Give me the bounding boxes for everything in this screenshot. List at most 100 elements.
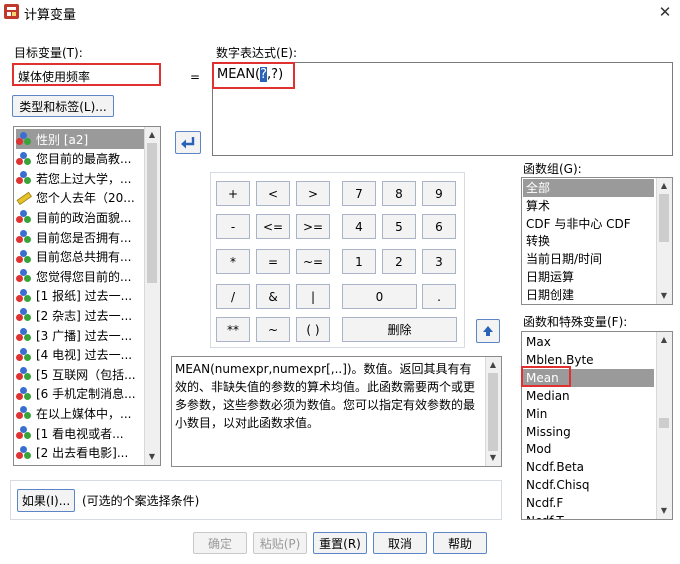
calculator-key[interactable]: = [256,249,290,274]
function-group-item[interactable]: CDF 与非中心 CDF [526,215,654,233]
calculator-key[interactable]: | [296,284,330,309]
calculator-key[interactable]: 9 [422,181,456,206]
function-list-item[interactable]: Ncdf.T [526,512,654,519]
calculator-key[interactable]: ** [216,317,250,342]
calculator-key[interactable]: / [216,284,250,309]
scroll-thumb[interactable] [147,143,157,283]
title-bar [0,0,680,24]
scroll-down-arrow-icon[interactable]: ▼ [657,289,671,303]
help-button[interactable]: 帮助 [433,532,487,554]
function-list-item[interactable]: Ncdf.Chisq [526,476,654,494]
calculator-key[interactable]: & [256,284,290,309]
ok-button[interactable]: 确定 [193,532,247,554]
nominal-variable-icon [16,132,32,146]
calculator-key[interactable]: 2 [382,249,416,274]
calculator-key[interactable]: <= [256,214,290,239]
scroll-up-arrow-icon[interactable]: ▲ [657,179,671,193]
variable-list-item[interactable]: [1 看电视或者... [16,423,145,443]
calculator-key[interactable]: ~ [256,317,290,342]
description-scrollbar[interactable]: ▲ ▼ [485,357,501,466]
calculator-key[interactable]: 6 [422,214,456,239]
function-group-list[interactable]: 全部 算术 CDF 与非中心 CDF 转换 当前日期/时间 日期运算 日期创建 ▲ ▼ [521,177,673,305]
scroll-down-arrow-icon[interactable]: ▼ [486,451,500,465]
variable-list-item-label: 您个人去年（20... [36,191,135,206]
calculator-key[interactable]: > [296,181,330,206]
scroll-thumb[interactable] [488,373,498,451]
variable-list-item-label: 在以上媒体中，... [36,406,132,421]
function-group-item[interactable]: 转换 [526,232,654,250]
delete-button[interactable]: 删除 [342,317,457,342]
variable-list-item[interactable]: 您目前的最高教... [16,149,145,169]
function-list-item[interactable]: Missing [526,423,654,441]
cancel-button[interactable]: 取消 [373,532,427,554]
target-variable-input[interactable]: 媒体使用频率 [12,63,161,86]
calculator-key[interactable]: 3 [422,249,456,274]
variable-list-item[interactable]: 目前您总共拥有... [16,247,145,267]
variable-list-item[interactable]: 您个人去年（20... [16,188,145,208]
scroll-thumb[interactable] [659,194,669,242]
function-list-item[interactable]: Ncdf.Beta [526,458,654,476]
calculator-key[interactable]: ( ) [296,317,330,342]
calculator-key[interactable]: * [216,249,250,274]
if-button[interactable]: 如果(I)... [17,489,75,512]
up-arrow-icon [483,326,493,336]
expression-prefix: MEAN( [217,67,261,82]
type-and-label-button[interactable]: 类型和标签(L)... [12,95,114,117]
variable-list-item[interactable]: [1 报纸] 过去一... [16,286,145,306]
function-list-item[interactable]: Min [526,405,654,423]
function-group-item[interactable]: 日期运算 [526,268,654,286]
variable-list-item[interactable]: [2 出去看电影]... [16,443,145,463]
variable-list-item[interactable]: 性别 [a2] [16,129,145,149]
scroll-up-arrow-icon[interactable]: ▲ [486,358,500,372]
variable-list-item[interactable]: [6 手机定制消息... [16,384,145,404]
variable-list-scrollbar[interactable]: ▲ ▼ [144,127,160,465]
variable-list-item[interactable]: [4 电视] 过去一... [16,345,145,365]
functions-list[interactable]: Max Mblen.Byte Mean Median Min Missing Mod Ncdf… [521,331,673,520]
close-icon[interactable]: ✕ [656,3,674,21]
paste-button[interactable]: 粘贴(P) [253,532,307,554]
variable-list[interactable]: 性别 [a2] 您目前的最高教... 若您上过大学，... 您个人去年（20... 目前… [13,126,161,466]
calculator-key[interactable]: 4 [342,214,376,239]
calculator-key[interactable]: 5 [382,214,416,239]
calculator-key[interactable]: < [256,181,290,206]
variable-list-item[interactable]: [5 互联网（包括... [16,364,145,384]
function-group-item[interactable]: 日期创建 [526,286,654,304]
scroll-up-arrow-icon[interactable]: ▲ [657,333,671,347]
function-list-item[interactable]: Mod [526,440,654,458]
calculator-key[interactable]: >= [296,214,330,239]
variable-list-item[interactable]: 在以上媒体中，... [16,403,145,423]
calculator-key[interactable]: 0 [342,284,417,309]
move-function-up-button[interactable] [476,319,500,343]
calculator-key[interactable]: - [216,214,250,239]
function-group-item[interactable]: 全部 [523,179,654,197]
variable-list-item[interactable]: 目前您是否拥有... [16,227,145,247]
scroll-up-arrow-icon[interactable]: ▲ [145,128,159,142]
calculator-key[interactable]: 7 [342,181,376,206]
nominal-variable-icon [16,328,32,342]
function-group-item[interactable]: 算术 [526,197,654,215]
calculator-key[interactable]: 8 [382,181,416,206]
function-group-item[interactable]: 当前日期/时间 [526,250,654,268]
variable-list-item[interactable]: [2 杂志] 过去一... [16,305,145,325]
functions-scrollbar[interactable]: ▲ ▼ [656,332,672,519]
variable-list-item-label: [1 报纸] 过去一... [36,289,133,304]
variable-list-item-label: 目前的政治面貌... [36,210,132,225]
calculator-key[interactable]: . [422,284,456,309]
scroll-down-arrow-icon[interactable]: ▼ [145,450,159,464]
function-list-item[interactable]: Max [526,333,654,351]
variable-list-item[interactable]: 目前的政治面貌... [16,207,145,227]
nominal-variable-icon [16,249,32,264]
reset-button[interactable]: 重置(R) [313,532,367,554]
function-group-scrollbar[interactable]: ▲ ▼ [656,178,672,304]
variable-list-item[interactable]: [3 广播] 过去一... [16,325,145,345]
move-to-expression-button[interactable] [175,131,201,154]
scroll-down-arrow-icon[interactable]: ▼ [657,504,671,518]
function-list-item[interactable]: Ncdf.F [526,494,654,512]
calculator-key[interactable]: + [216,181,250,206]
scroll-thumb[interactable] [659,418,669,428]
calculator-key[interactable]: ~= [296,249,330,274]
variable-list-item[interactable]: 您觉得您目前的... [16,266,145,286]
function-list-item[interactable]: Median [526,387,654,405]
variable-list-item[interactable]: 若您上过大学，... [16,168,145,188]
calculator-key[interactable]: 1 [342,249,376,274]
